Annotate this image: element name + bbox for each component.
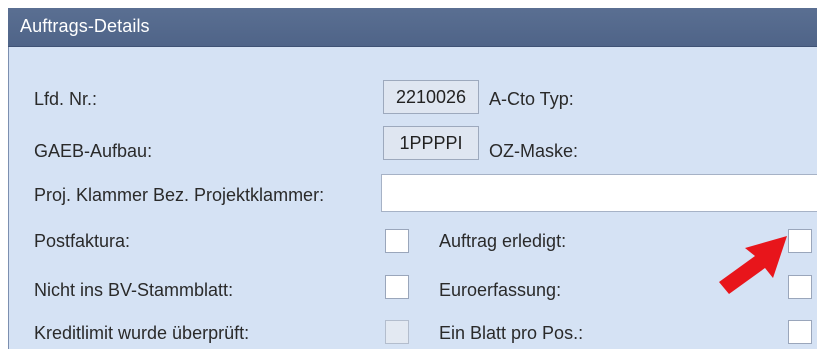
kreditlimit-checkbox	[385, 320, 409, 344]
red-arrow-icon	[719, 236, 787, 294]
auftrag-erledigt-label: Auftrag erledigt:	[439, 231, 567, 251]
oz-maske-label: OZ-Maske:	[489, 141, 579, 161]
proj-klammer-input[interactable]	[381, 174, 817, 212]
gaeb-aufbau-label: GAEB-Aufbau:	[34, 141, 153, 161]
postfaktura-label: Postfaktura:	[34, 231, 131, 251]
kreditlimit-label: Kreditlimit wurde überprüft:	[34, 323, 250, 343]
postfaktura-checkbox[interactable]	[385, 229, 409, 253]
panel-header: Auftrags-Details	[8, 8, 817, 47]
lfd-nr-label: Lfd. Nr.:	[34, 89, 98, 109]
euroerfassung-label: Euroerfassung:	[439, 280, 562, 300]
ein-blatt-label: Ein Blatt pro Pos.:	[439, 323, 584, 343]
ein-blatt-checkbox[interactable]	[788, 320, 812, 344]
gaeb-aufbau-field: 1PPPPI	[383, 126, 479, 160]
nicht-ins-bv-label: Nicht ins BV-Stammblatt:	[34, 280, 234, 300]
nicht-ins-bv-checkbox[interactable]	[385, 275, 409, 299]
proj-klammer-label: Proj. Klammer Bez. Projektklammer:	[34, 185, 325, 205]
lfd-nr-field: 2210026	[383, 80, 479, 114]
order-details-panel: Lfd. Nr.: 2210026 A-Cto Typ: GAEB-Aufbau…	[8, 47, 817, 349]
a-cto-typ-label: A-Cto Typ:	[489, 89, 574, 109]
panel-title: Auftrags-Details	[20, 16, 150, 36]
